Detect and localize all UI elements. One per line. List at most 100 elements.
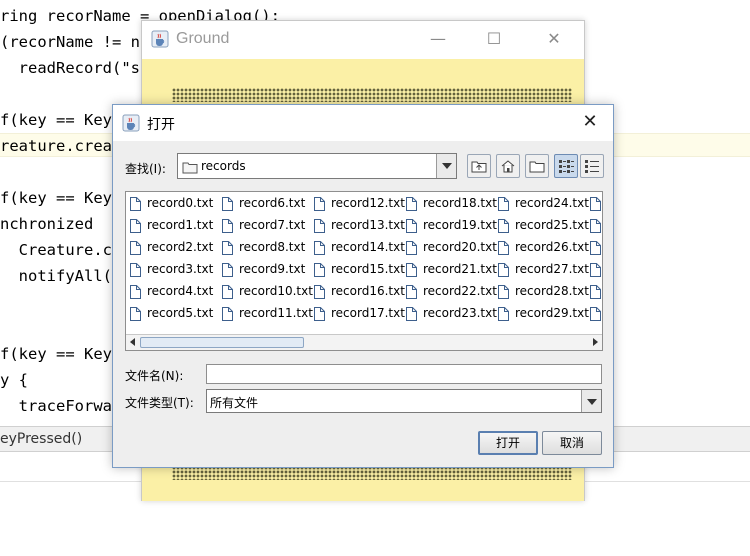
file-icon bbox=[590, 258, 602, 280]
cancel-button[interactable]: 取消 bbox=[542, 431, 602, 455]
file-icon bbox=[130, 218, 141, 233]
file-item[interactable]: record6.txt bbox=[222, 192, 305, 214]
ground-title-bar[interactable]: Ground — ☐ ✕ bbox=[142, 21, 584, 59]
java-cup-icon bbox=[122, 114, 140, 136]
file-item[interactable]: record25.txt bbox=[498, 214, 589, 236]
file-item[interactable]: record27.txt bbox=[498, 258, 589, 280]
file-icon bbox=[406, 218, 417, 233]
home-button[interactable] bbox=[496, 154, 520, 178]
file-type-label: 文件类型(T): bbox=[125, 396, 194, 410]
file-item[interactable]: record2.txt bbox=[130, 236, 213, 258]
file-icon bbox=[222, 306, 233, 321]
file-icon bbox=[590, 236, 602, 258]
file-item[interactable]: record8.txt bbox=[222, 236, 305, 258]
file-icon bbox=[222, 284, 233, 299]
details-view-button[interactable] bbox=[580, 154, 604, 178]
file-item[interactable]: record22.txt bbox=[406, 280, 497, 302]
file-item[interactable]: record14.txt bbox=[314, 236, 405, 258]
file-item[interactable]: record9.txt bbox=[222, 258, 305, 280]
file-type-select[interactable]: 所有文件 bbox=[206, 389, 602, 413]
up-folder-button[interactable] bbox=[467, 154, 491, 178]
code-line: Creature.cr bbox=[0, 241, 122, 259]
file-item[interactable]: record17.txt bbox=[314, 302, 405, 324]
file-icon bbox=[314, 218, 325, 233]
new-folder-button[interactable] bbox=[525, 154, 549, 178]
file-icon bbox=[590, 192, 602, 214]
file-icon bbox=[406, 240, 417, 255]
file-icon bbox=[406, 196, 417, 211]
file-item[interactable]: record24.txt bbox=[498, 192, 589, 214]
list-view-icon bbox=[559, 160, 574, 173]
maximize-button[interactable]: ☐ bbox=[484, 29, 504, 49]
file-item[interactable]: record26.txt bbox=[498, 236, 589, 258]
file-icon bbox=[406, 284, 417, 299]
file-item[interactable]: record23.txt bbox=[406, 302, 497, 324]
file-icon bbox=[222, 218, 233, 233]
code-line: notifyAll() bbox=[0, 267, 122, 285]
list-view-button[interactable] bbox=[554, 154, 578, 178]
file-icon bbox=[498, 284, 509, 299]
file-icon bbox=[406, 306, 417, 321]
file-item[interactable]: record3.txt bbox=[130, 258, 213, 280]
grid-dots-bottom bbox=[172, 466, 572, 480]
file-item[interactable]: record29.txt bbox=[498, 302, 589, 324]
file-item[interactable]: record15.txt bbox=[314, 258, 405, 280]
horizontal-scrollbar[interactable] bbox=[126, 334, 602, 350]
code-line: traceForwar bbox=[0, 397, 122, 415]
open-button[interactable]: 打开 bbox=[478, 431, 538, 455]
close-icon[interactable]: ✕ bbox=[579, 111, 601, 133]
code-line: f(key == Key bbox=[0, 189, 112, 207]
file-item[interactable]: record11.txt bbox=[222, 302, 313, 324]
file-icon bbox=[314, 196, 325, 211]
file-icon bbox=[130, 240, 141, 255]
code-line: nchronized bbox=[0, 215, 94, 233]
new-folder-icon bbox=[529, 161, 545, 173]
file-icon bbox=[314, 306, 325, 321]
ground-window-title: Ground bbox=[176, 30, 230, 47]
file-item[interactable]: record13.txt bbox=[314, 214, 405, 236]
file-item[interactable]: record7.txt bbox=[222, 214, 305, 236]
file-item[interactable]: record19.txt bbox=[406, 214, 497, 236]
close-button[interactable]: ✕ bbox=[544, 29, 564, 49]
code-line: f(key == Key bbox=[0, 345, 112, 363]
file-item[interactable]: record12.txt bbox=[314, 192, 405, 214]
file-item[interactable]: record10.txt bbox=[222, 280, 313, 302]
file-type-value: 所有文件 bbox=[210, 396, 259, 410]
file-item[interactable]: record0.txt bbox=[130, 192, 213, 214]
scroll-left-icon[interactable] bbox=[130, 338, 135, 346]
file-item[interactable]: record16.txt bbox=[314, 280, 405, 302]
look-in-combo[interactable]: records bbox=[177, 153, 457, 179]
file-item[interactable]: record20.txt bbox=[406, 236, 497, 258]
file-item[interactable]: record4.txt bbox=[130, 280, 213, 302]
details-view-icon bbox=[585, 160, 599, 173]
method-breadcrumb[interactable]: eyPressed() bbox=[0, 431, 82, 447]
file-list[interactable]: record0.txt record1.txt record2.txt reco… bbox=[125, 191, 603, 351]
file-icon bbox=[498, 196, 509, 211]
file-icon bbox=[498, 218, 509, 233]
file-item[interactable]: record5.txt bbox=[130, 302, 213, 324]
file-item[interactable]: record21.txt bbox=[406, 258, 497, 280]
java-cup-icon bbox=[151, 30, 169, 52]
file-name-label: 文件名(N): bbox=[125, 369, 184, 383]
home-icon bbox=[501, 160, 515, 173]
folder-icon bbox=[182, 159, 198, 178]
file-icon bbox=[314, 284, 325, 299]
file-item[interactable]: record28.txt bbox=[498, 280, 589, 302]
file-item[interactable]: record18.txt bbox=[406, 192, 497, 214]
chevron-down-icon[interactable] bbox=[436, 154, 456, 178]
minimize-button[interactable]: — bbox=[428, 29, 448, 49]
scrollbar-thumb[interactable] bbox=[140, 337, 304, 348]
file-name-input[interactable] bbox=[206, 364, 602, 384]
chevron-down-icon[interactable] bbox=[581, 390, 601, 412]
file-icon bbox=[130, 284, 141, 299]
file-icon bbox=[590, 302, 602, 324]
look-in-label: 查找(I): bbox=[125, 162, 166, 176]
scroll-right-icon[interactable] bbox=[593, 338, 598, 346]
up-folder-icon bbox=[471, 161, 487, 173]
file-icon bbox=[590, 280, 602, 302]
code-line: y { bbox=[0, 371, 28, 389]
file-item[interactable]: record1.txt bbox=[130, 214, 213, 236]
file-icon bbox=[498, 306, 509, 321]
dialog-title-bar[interactable]: 打开 ✕ bbox=[113, 105, 613, 141]
code-line: f(key == Key bbox=[0, 111, 112, 129]
